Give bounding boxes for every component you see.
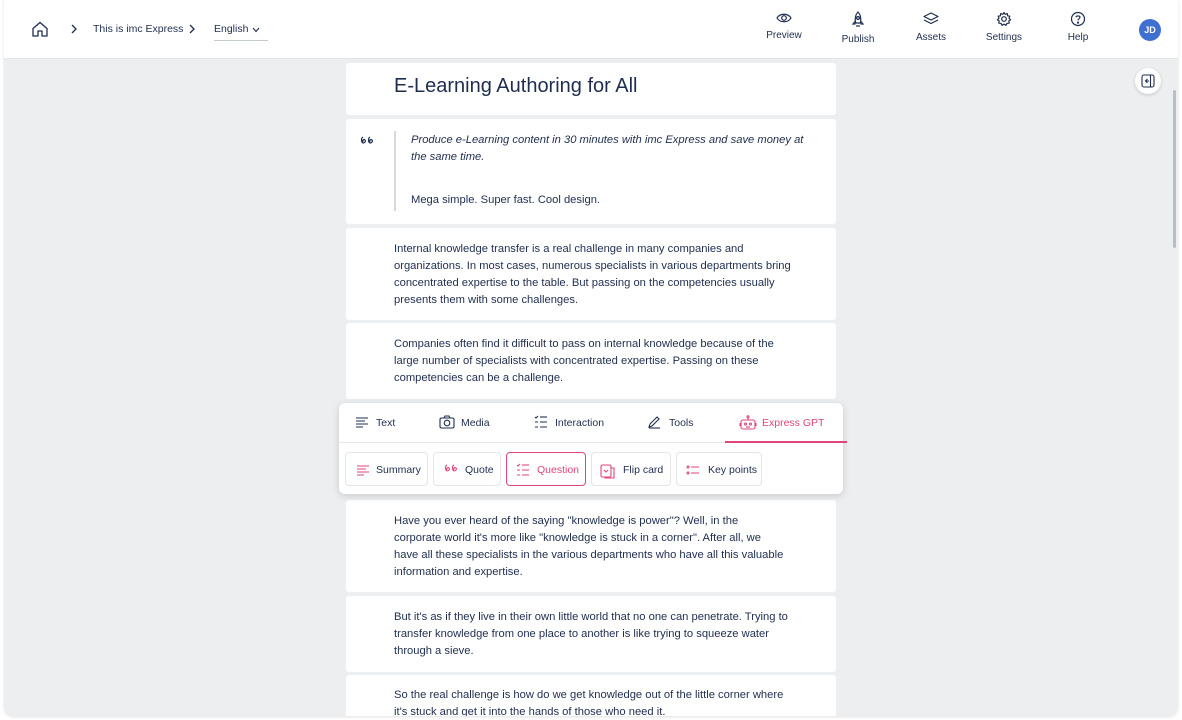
chevron-down-icon — [252, 27, 260, 33]
user-avatar[interactable]: JD — [1139, 19, 1161, 41]
panel-toggle-button[interactable] — [1135, 68, 1161, 94]
paragraph: But it's as if they live in their own li… — [394, 611, 788, 657]
quote-icon — [360, 136, 373, 144]
text-block[interactable]: Internal knowledge transfer is a real ch… — [346, 228, 836, 320]
text-lines-icon — [356, 417, 368, 428]
question-button[interactable]: Question — [506, 452, 586, 486]
paragraph: Internal knowledge transfer is a real ch… — [394, 243, 791, 306]
scrollbar-thumb[interactable] — [1173, 90, 1176, 248]
quote-text: Produce e-Learning content in 30 minutes… — [411, 134, 804, 163]
paragraph: Companies often find it difficult to pas… — [394, 338, 774, 384]
help-circle-icon — [1070, 11, 1086, 27]
settings-button[interactable]: Settings — [976, 11, 1032, 51]
tab-express-gpt[interactable]: Express GPT — [725, 403, 847, 443]
quote-block[interactable]: Produce e-Learning content in 30 minutes… — [346, 119, 836, 224]
summary-icon — [357, 465, 369, 476]
paragraph: So the real challenge is how do we get k… — [394, 689, 784, 716]
layers-icon — [923, 12, 939, 25]
flip-card-icon — [600, 464, 615, 479]
quote-button[interactable]: Quote — [433, 452, 501, 486]
toolbar-tabs: Text Media Interaction Tools Express GPT — [339, 403, 847, 443]
breadcrumb-course[interactable]: This is imc Express — [93, 23, 183, 35]
camera-icon — [439, 415, 455, 429]
language-value: English — [214, 23, 249, 35]
preview-button[interactable]: Preview — [756, 11, 812, 51]
assets-button[interactable]: Assets — [903, 11, 959, 51]
page-title: E-Learning Authoring for All — [394, 75, 638, 97]
checklist-icon — [534, 415, 547, 428]
tab-interaction[interactable]: Interaction — [513, 403, 623, 443]
chevron-right-icon — [71, 24, 77, 34]
language-select[interactable]: English — [214, 17, 268, 41]
quote-icon — [444, 464, 457, 472]
eye-icon — [776, 13, 792, 23]
flip-card-button[interactable]: Flip card — [591, 452, 671, 486]
text-block[interactable]: But it's as if they live in their own li… — [346, 596, 836, 672]
gear-icon — [996, 11, 1012, 26]
question-list-icon — [516, 463, 529, 476]
key-points-button[interactable]: Key points — [676, 452, 762, 486]
app-window: This is imc Express English Preview Publ… — [4, 0, 1178, 716]
text-block[interactable]: Have you ever heard of the saying "knowl… — [346, 500, 836, 592]
paragraph: Have you ever heard of the saying "knowl… — [394, 515, 784, 578]
text-block[interactable]: So the real challenge is how do we get k… — [346, 675, 836, 716]
sidebar-collapse-icon — [1141, 74, 1155, 88]
rocket-icon — [851, 11, 865, 27]
quote-subtitle: Mega simple. Super fast. Cool design. — [411, 194, 601, 206]
robot-icon — [739, 415, 757, 430]
quote-bar — [394, 131, 396, 211]
title-block[interactable]: E-Learning Authoring for All — [346, 63, 836, 115]
insert-toolbar: Text Media Interaction Tools Express GPT… — [339, 403, 847, 494]
help-button[interactable]: Help — [1050, 11, 1106, 51]
chevron-right-icon — [189, 24, 195, 34]
home-icon[interactable] — [31, 20, 49, 38]
publish-button[interactable]: Publish — [830, 11, 886, 51]
key-points-icon — [686, 465, 699, 475]
summary-button[interactable]: Summary — [345, 452, 428, 486]
text-block[interactable]: Companies often find it difficult to pas… — [346, 323, 836, 399]
top-bar: This is imc Express English Preview Publ… — [4, 0, 1178, 59]
pencil-icon — [648, 416, 660, 429]
tab-text[interactable]: Text — [339, 403, 421, 443]
tab-media[interactable]: Media — [421, 403, 513, 443]
tab-tools[interactable]: Tools — [623, 403, 725, 443]
